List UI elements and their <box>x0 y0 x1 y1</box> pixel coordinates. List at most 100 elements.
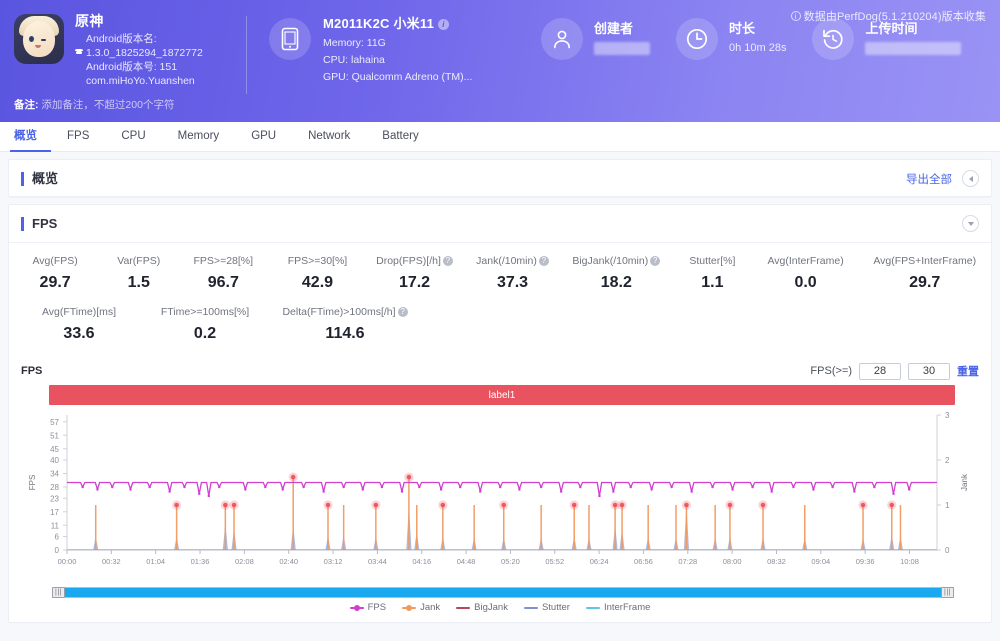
metric-label: Stutter[%] <box>689 255 736 267</box>
svg-text:08:00: 08:00 <box>723 557 742 566</box>
main-tabbar: 概览 FPS CPU Memory GPU Network Battery <box>0 122 1000 152</box>
legend-item[interactable]: Jank <box>402 602 440 613</box>
tab-Memory[interactable]: Memory <box>162 122 236 152</box>
reset-button[interactable]: 重置 <box>957 363 979 379</box>
label-band[interactable]: label1 <box>49 385 955 405</box>
metric-label: Var(FPS) <box>117 255 161 267</box>
collect-source-text: 数据由PerfDog(5.1.210204)版本收集 <box>803 11 986 23</box>
svg-text:06:24: 06:24 <box>590 557 609 566</box>
svg-text:09:04: 09:04 <box>811 557 830 566</box>
collapse-overview-button[interactable] <box>962 170 979 187</box>
app-version-name: 1.3.0_1825294_1872772 <box>86 47 203 60</box>
tab-概览[interactable]: 概览 <box>10 122 51 152</box>
metric-value: 33.6 <box>63 325 95 342</box>
tab-CPU[interactable]: CPU <box>105 122 161 152</box>
svg-text:01:04: 01:04 <box>146 557 165 566</box>
fps-metrics-row-2: Avg(FTime)[ms] 33.6 FTime>=100ms[%] 0.2 Delt… <box>9 306 991 343</box>
svg-text:03:44: 03:44 <box>368 557 387 566</box>
metric-value: 18.2 <box>600 274 632 291</box>
svg-text:28: 28 <box>50 483 59 492</box>
duration-value: 0h 10m 28s <box>729 42 787 54</box>
fps-metrics-row-1: Avg(FPS) 29.7 Var(FPS) 1.5 FPS>=28[%] 96.7 FPS… <box>9 255 991 292</box>
svg-text:04:48: 04:48 <box>457 557 476 566</box>
device-memory: Memory: 11G <box>323 36 386 49</box>
legend-item[interactable]: BigJank <box>456 602 508 613</box>
svg-text:05:52: 05:52 <box>545 557 564 566</box>
svg-text:23: 23 <box>50 494 59 503</box>
note-row: 备注: 添加备注，不超过200个字符 <box>14 97 174 112</box>
fps-threshold-input-2[interactable] <box>908 362 950 380</box>
android-icon <box>75 48 83 56</box>
help-icon[interactable]: ? <box>442 256 453 266</box>
app-name: 原神 <box>75 13 104 29</box>
metric-value: 114.6 <box>325 325 365 342</box>
legend-marker <box>456 606 471 609</box>
duration-label: 时长 <box>729 21 756 36</box>
fps-metrics: Avg(FPS) 29.7 Var(FPS) 1.5 FPS>=28[%] 96.7 FPS… <box>9 243 991 353</box>
metric-cell: BigJank(/10min)? 18.2 <box>561 255 672 292</box>
legend-item[interactable]: InterFrame <box>585 602 651 613</box>
metric-label: FPS>=30[%] <box>287 255 348 267</box>
tab-FPS[interactable]: FPS <box>51 122 105 152</box>
metric-value: 42.9 <box>301 274 334 291</box>
tab-label: CPU <box>121 129 146 142</box>
timeline-range-scrollbar[interactable]: ||| ||| <box>52 587 954 598</box>
metric-value: 0.2 <box>193 325 217 342</box>
fps-timeline-chart[interactable]: 06111723283440455157FPS0123Jank00:00 00:3… <box>21 407 997 587</box>
metric-label: Avg(FPS) <box>32 255 78 267</box>
perfdog-report-page: i 数据由PerfDog(5.1.210204)版本收集 原神 Android版本… <box>0 0 1000 641</box>
svg-text:6: 6 <box>55 533 60 542</box>
svg-text:09:36: 09:36 <box>856 557 875 566</box>
legend-item[interactable]: FPS <box>349 602 386 613</box>
tab-GPU[interactable]: GPU <box>235 122 292 152</box>
tab-Battery[interactable]: Battery <box>366 122 434 152</box>
svg-text:00:32: 00:32 <box>102 557 121 566</box>
label-band-text: label1 <box>488 389 516 401</box>
phone-icon <box>269 18 311 60</box>
range-handle-left[interactable]: ||| <box>52 587 65 598</box>
svg-text:3: 3 <box>945 411 950 420</box>
app-package-name: com.miHoYo.Yuanshen <box>86 75 195 88</box>
svg-text:06:56: 06:56 <box>634 557 653 566</box>
svg-text:10:08: 10:08 <box>900 557 919 566</box>
legend-marker <box>523 606 538 609</box>
svg-text:00:00: 00:00 <box>58 557 77 566</box>
range-handle-right[interactable]: ||| <box>941 587 954 598</box>
note-input[interactable]: 添加备注，不超过200个字符 <box>41 99 174 111</box>
export-all-button[interactable]: 导出全部 <box>906 171 952 187</box>
tab-Network[interactable]: Network <box>292 122 366 152</box>
metric-label: FPS>=28[%] <box>193 255 254 267</box>
svg-text:07:28: 07:28 <box>678 557 697 566</box>
legend-item[interactable]: Stutter <box>523 602 570 613</box>
creator-block: 创建者 <box>541 12 650 60</box>
help-icon[interactable]: ? <box>538 256 549 266</box>
chevron-down-icon <box>967 221 974 226</box>
device-cpu: CPU: lahaina <box>323 54 385 67</box>
overview-panel: 概览 导出全部 <box>8 159 992 198</box>
svg-text:01:36: 01:36 <box>191 557 210 566</box>
legend-label: Jank <box>420 602 441 613</box>
help-icon[interactable]: ? <box>397 307 408 317</box>
metric-cell: Avg(FTime)[ms] 33.6 <box>9 306 149 343</box>
svg-text:2: 2 <box>945 456 950 465</box>
note-label: 备注: <box>14 99 39 111</box>
metric-cell: Avg(FPS+InterFrame) 29.7 <box>858 255 991 292</box>
metric-label: Delta(FTime)>100ms[/h]? <box>261 306 429 318</box>
device-info-icon[interactable]: i <box>438 19 449 30</box>
svg-text:51: 51 <box>50 431 59 440</box>
svg-text:02:08: 02:08 <box>235 557 254 566</box>
svg-text:17: 17 <box>50 508 59 517</box>
tab-label: Battery <box>382 129 419 142</box>
collapse-fps-button[interactable] <box>962 215 979 232</box>
metric-label: Avg(FTime)[ms] <box>41 306 117 318</box>
metric-cell: Stutter[%] 1.1 <box>672 255 753 292</box>
fps-threshold-input-1[interactable] <box>859 362 901 380</box>
legend-label: Stutter <box>541 602 570 613</box>
metric-label: Drop(FPS)[/h]? <box>365 255 465 267</box>
metric-cell: FPS>=28[%] 96.7 <box>176 255 270 292</box>
tab-label: 概览 <box>14 129 37 142</box>
help-icon[interactable]: ? <box>650 256 661 266</box>
legend-label: InterFrame <box>603 602 651 613</box>
overview-panel-header: 概览 导出全部 <box>9 160 991 198</box>
metric-value: 37.3 <box>496 274 529 291</box>
